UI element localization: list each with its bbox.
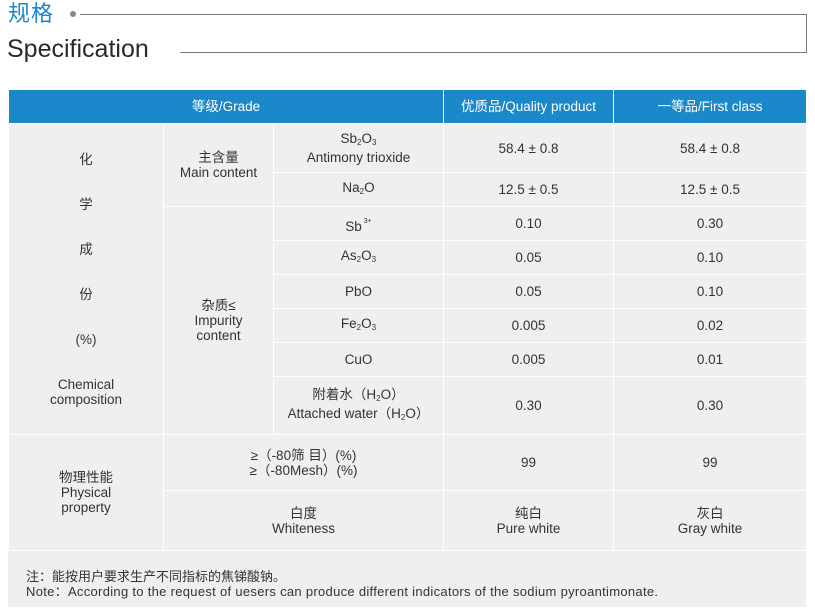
chem-char: 份 [79,286,93,302]
chem-char: 学 [79,196,93,212]
item-name-en: Antimony trioxide [306,150,411,165]
impurity-en: content [196,328,241,343]
value-quality: 0.05 [443,274,614,309]
value-quality: 0.005 [443,308,614,343]
formula-sb2o3: Sb2O3 [340,131,377,147]
whiteness-first-en: Gray white [677,520,743,536]
item-na2o: Na2O [273,172,444,207]
main-content-label: 主含量 Main content [163,123,274,207]
physical-en: Physical [60,485,112,500]
value-quality: 12.5 ± 0.5 [443,172,614,207]
chem-char: 化 [79,151,93,167]
value-quality: 99 [443,434,614,491]
physical-cn: 物理性能 [59,470,113,485]
value-first: 99 [613,434,807,491]
value-first: 0.02 [613,308,807,343]
item-as2o3: As2O3 [273,240,444,275]
note-en: Note：According to the request of uesers … [26,584,659,599]
value-first: 灰白 Gray white [613,490,807,551]
mesh-line-en: ≥（-80Mesh）(%) [249,462,358,478]
chem-label-en: Chemical [57,376,115,392]
section-title-en: Specification [7,35,149,63]
table-header-row: 等级/Grade 优质品/Quality product 一等品/First c… [8,89,807,124]
whiteness-first-cn: 灰白 [696,505,724,521]
impurity-en: Impurity [194,313,243,328]
impurity-cn: 杂质≤ [201,298,236,313]
whiteness-en: Whiteness [271,520,336,536]
value-first: 0.10 [613,240,807,275]
chemical-composition-label: 化 学 成 份 (%) Chemical composition [8,123,164,435]
header-grade: 等级/Grade [8,89,444,124]
specification-table: 等级/Grade 优质品/Quality product 一等品/First c… [8,89,807,551]
title-rule-right [806,14,807,52]
item-whiteness: 白度 Whiteness [163,490,444,551]
header-first-class: 一等品/First class [613,89,807,124]
impurity-label: 杂质≤ Impurity content [163,206,274,435]
whiteness-quality-en: Pure white [496,520,561,536]
value-first: 58.4 ± 0.8 [613,123,807,173]
attached-water-cn: 附着水（H2O） [312,386,405,403]
value-quality: 58.4 ± 0.8 [443,123,614,173]
chem-char: 成 [79,241,93,257]
value-first: 0.01 [613,342,807,377]
physical-property-label: 物理性能 Physical property [8,434,164,551]
value-quality: 纯白 Pure white [443,490,614,551]
value-first: 0.30 [613,206,807,241]
value-first: 12.5 ± 0.5 [613,172,807,207]
value-quality: 0.005 [443,342,614,377]
table-row: 化 学 成 份 (%) Chemical composition 主含量 Mai… [8,123,807,435]
value-quality: 0.30 [443,376,614,435]
main-content-cn: 主含量 [198,150,239,165]
item-mesh: ≥（-80筛 目）(%) ≥（-80Mesh）(%) [163,434,444,491]
table-row: 物理性能 Physical property ≥（-80筛 目）(%) ≥（-8… [8,434,807,551]
physical-en: property [61,500,111,515]
item-attached-water: 附着水（H2O） Attached water（H2O） [273,376,444,435]
item-antimony-trioxide: Sb2O3 Antimony trioxide [273,123,444,173]
title-bullet [70,11,76,17]
value-first: 0.10 [613,274,807,309]
note-box: 注：能按用户要求生产不同指标的焦锑酸钠。 Note：According to t… [8,551,806,607]
value-quality: 0.05 [443,240,614,275]
title-rule-bottom [180,52,807,53]
mesh-line-cn: ≥（-80筛 目）(%) [250,447,357,463]
item-fe2o3: Fe2O3 [273,308,444,343]
header-quality-product: 优质品/Quality product [443,89,614,124]
item-cuo: CuO [273,342,444,377]
chem-label-en: composition [49,391,123,407]
value-first: 0.30 [613,376,807,435]
chem-char: (%) [75,331,97,347]
whiteness-quality-cn: 纯白 [515,505,542,521]
title-rule-top [80,14,807,15]
main-content-en: Main content [179,165,258,180]
attached-water-en: Attached water（H2O） [287,405,430,422]
value-quality: 0.10 [443,206,614,241]
item-sb3: Sb 3+ [273,206,444,241]
whiteness-cn: 白度 [290,505,317,521]
item-pbo: PbO [273,274,444,309]
section-title-cn: 规格 [8,2,55,27]
